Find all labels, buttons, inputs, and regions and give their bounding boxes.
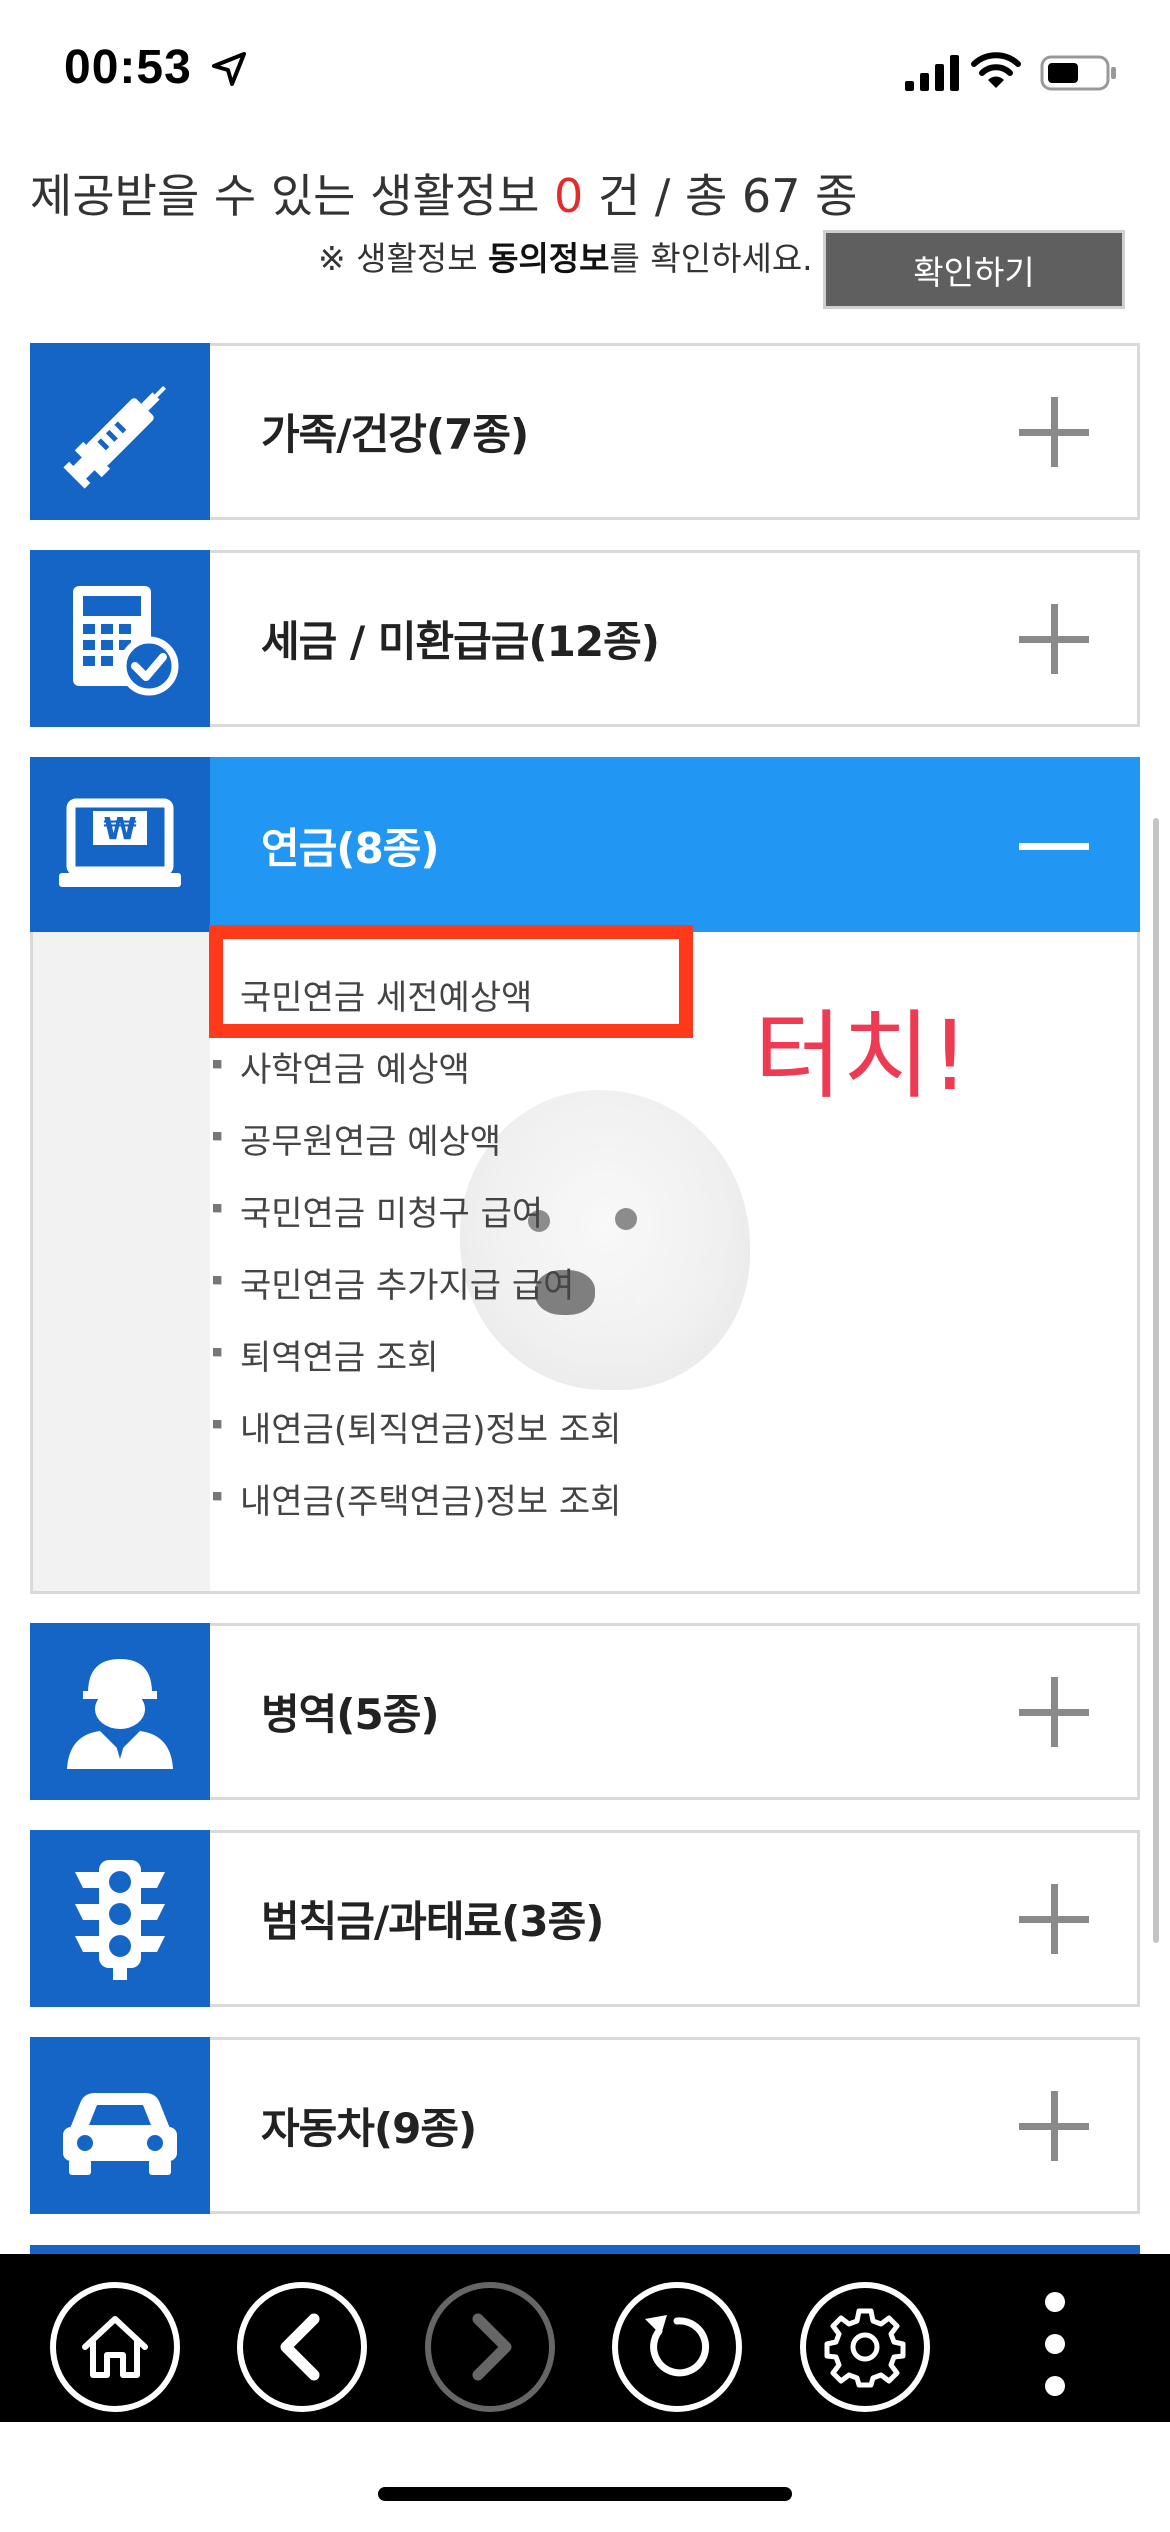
submenu-item-private-school-pension[interactable]: 사학연금 예상액 [212,1042,470,1091]
category-family-health[interactable]: 가족/건강(7종) [30,343,1140,520]
home-icon [82,2316,148,2378]
soldier-icon [30,1623,210,1800]
category-fines[interactable]: 범칙금/과태료(3종) [30,1830,1140,2007]
submenu-item-my-pension-housing[interactable]: 내연금(주택연금)정보 조회 [212,1474,621,1523]
expand-plus-icon[interactable] [1019,603,1089,674]
submenu-gutter [33,932,210,1591]
home-indicator[interactable] [378,2487,792,2501]
refresh-button[interactable] [612,2282,742,2412]
touch-annotation: 터치! [754,1000,970,1112]
back-button[interactable] [237,2282,367,2412]
category-pension[interactable]: ₩ 연금(8종) [30,757,1140,934]
submenu-item-unclaimed-benefit[interactable]: 국민연금 미청구 급여 [212,1186,543,1235]
car-icon [30,2037,210,2214]
expand-plus-icon[interactable] [1019,396,1089,467]
more-icon[interactable] [1040,2284,1070,2404]
collapse-minus-icon[interactable] [1019,811,1089,881]
consent-notice: ※ 생활정보 동의정보를 확인하세요. [318,232,813,280]
home-button[interactable] [50,2282,180,2412]
category-tax-refund[interactable]: 세금 / 미환급금(12종) [30,550,1140,727]
home-indicator-area [0,2422,1170,2532]
cellular-signal-icon [905,55,959,91]
category-military[interactable]: 병역(5종) [30,1623,1140,1800]
settings-icon [824,2308,906,2388]
status-time: 00:53 [64,41,192,94]
calculator-check-icon [30,550,210,727]
category-label: 병역(5종) [261,1690,440,1739]
forward-icon [472,2313,512,2381]
submenu-item-retirement-pension[interactable]: 퇴역연금 조회 [212,1330,438,1379]
category-label: 범칙금/과태료(3종) [261,1897,604,1946]
dog-eye [615,1208,637,1230]
notice-prefix: ※ 생활정보 [318,239,489,278]
traffic-light-icon [30,1830,210,2007]
confirm-button[interactable]: 확인하기 [823,230,1125,309]
summary-prefix: 제공받을 수 있는 생활정보 [30,169,555,223]
submenu-item-additional-benefit[interactable]: 국민연금 추가지급 급여 [212,1258,574,1307]
category-label: 연금(8종) [261,824,440,873]
syringe-icon [30,343,210,520]
scrollbar[interactable] [1153,818,1159,1943]
submenu-item-my-pension-retirement[interactable]: 내연금(퇴직연금)정보 조회 [212,1402,621,1451]
category-car[interactable]: 자동차(9종) [30,2037,1140,2214]
category-label: 가족/건강(7종) [261,410,529,459]
summary-suffix: 건 / 총 67 종 [583,169,858,223]
available-count: 0 [554,169,584,223]
touch-highlight-box [209,925,693,1038]
notice-bold: 동의정보 [488,239,610,278]
notice-suffix: 를 확인하세요. [609,239,813,278]
bottom-toolbar [0,2254,1170,2422]
forward-button[interactable] [425,2282,555,2412]
battery-icon [1040,55,1116,91]
expand-plus-icon[interactable] [1019,2090,1089,2161]
laptop-won-icon: ₩ [30,757,210,934]
category-label: 세금 / 미환급금(12종) [261,617,660,666]
location-arrow-icon [212,52,246,86]
category-label: 자동차(9종) [261,2104,477,2153]
info-summary: 제공받을 수 있는 생활정보 0 건 / 총 67 종 [30,160,857,226]
expand-plus-icon[interactable] [1019,1676,1089,1747]
refresh-icon [645,2315,710,2377]
expand-plus-icon[interactable] [1019,1883,1089,1954]
settings-button[interactable] [800,2282,930,2412]
svg-text:₩: ₩ [103,812,136,847]
submenu-item-civil-servant-pension[interactable]: 공무원연금 예상액 [212,1114,501,1163]
wifi-icon [971,52,1021,88]
back-icon [280,2313,320,2381]
status-bar: 00:53 [0,0,1170,150]
